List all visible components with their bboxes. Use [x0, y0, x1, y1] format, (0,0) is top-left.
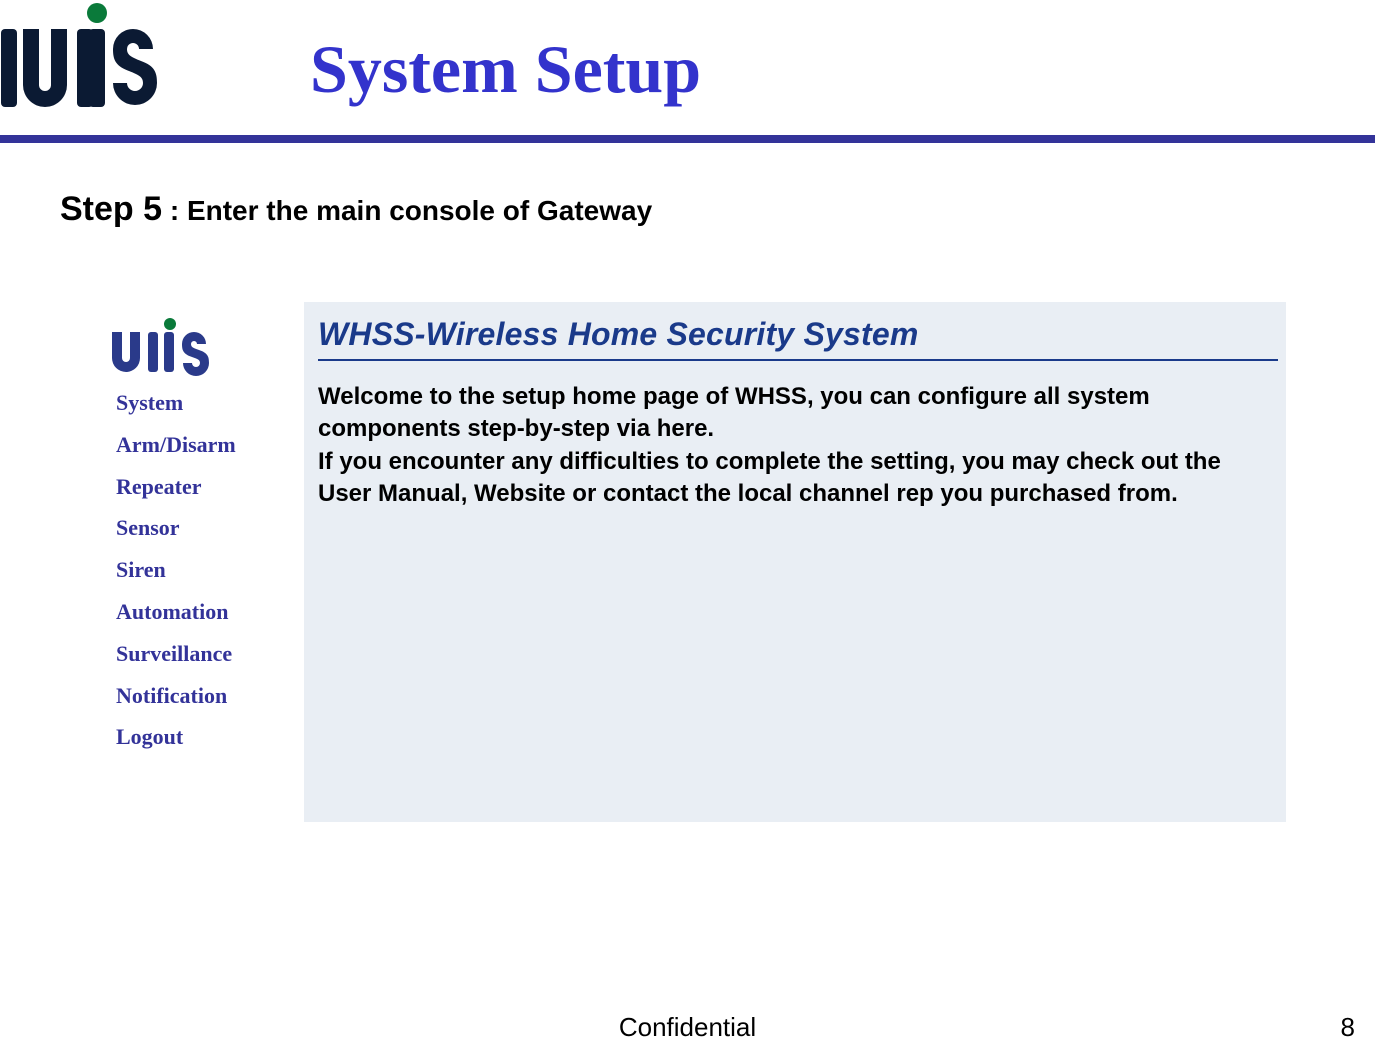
gateway-console-screenshot: System Arm/Disarm Repeater Sensor Siren …: [98, 302, 1286, 832]
nav-item-arm-disarm[interactable]: Arm/Disarm: [116, 424, 298, 466]
console-nav: System Arm/Disarm Repeater Sensor Siren …: [116, 382, 298, 758]
step-heading: Step 5 : Enter the main console of Gatew…: [60, 190, 652, 229]
console-sidebar: System Arm/Disarm Repeater Sensor Siren …: [98, 302, 298, 758]
nav-item-logout[interactable]: Logout: [116, 716, 298, 758]
nav-item-repeater[interactable]: Repeater: [116, 466, 298, 508]
nav-item-surveillance[interactable]: Surveillance: [116, 633, 298, 675]
console-content-title: WHSS-Wireless Home Security System: [318, 316, 1272, 353]
uis-logo: [0, 0, 162, 119]
nav-item-system[interactable]: System: [116, 382, 298, 424]
nav-item-sensor[interactable]: Sensor: [116, 507, 298, 549]
nav-item-automation[interactable]: Automation: [116, 591, 298, 633]
footer-page-number: 8: [1341, 1012, 1355, 1043]
nav-item-siren[interactable]: Siren: [116, 549, 298, 591]
slide-header: System Setup: [0, 0, 1375, 140]
header-divider: [0, 135, 1375, 143]
slide-title: System Setup: [310, 30, 701, 109]
step-sep: :: [162, 195, 187, 226]
nav-item-notification[interactable]: Notification: [116, 675, 298, 717]
console-content-panel: WHSS-Wireless Home Security System Welco…: [304, 302, 1286, 822]
console-uis-logo: [106, 316, 226, 376]
step-label: Step 5: [60, 190, 162, 228]
footer-confidential: Confidential: [0, 1012, 1375, 1043]
console-content-body: Welcome to the setup home page of WHSS, …: [318, 381, 1272, 511]
console-title-underline: [318, 359, 1278, 361]
step-description: Enter the main console of Gateway: [187, 195, 652, 226]
